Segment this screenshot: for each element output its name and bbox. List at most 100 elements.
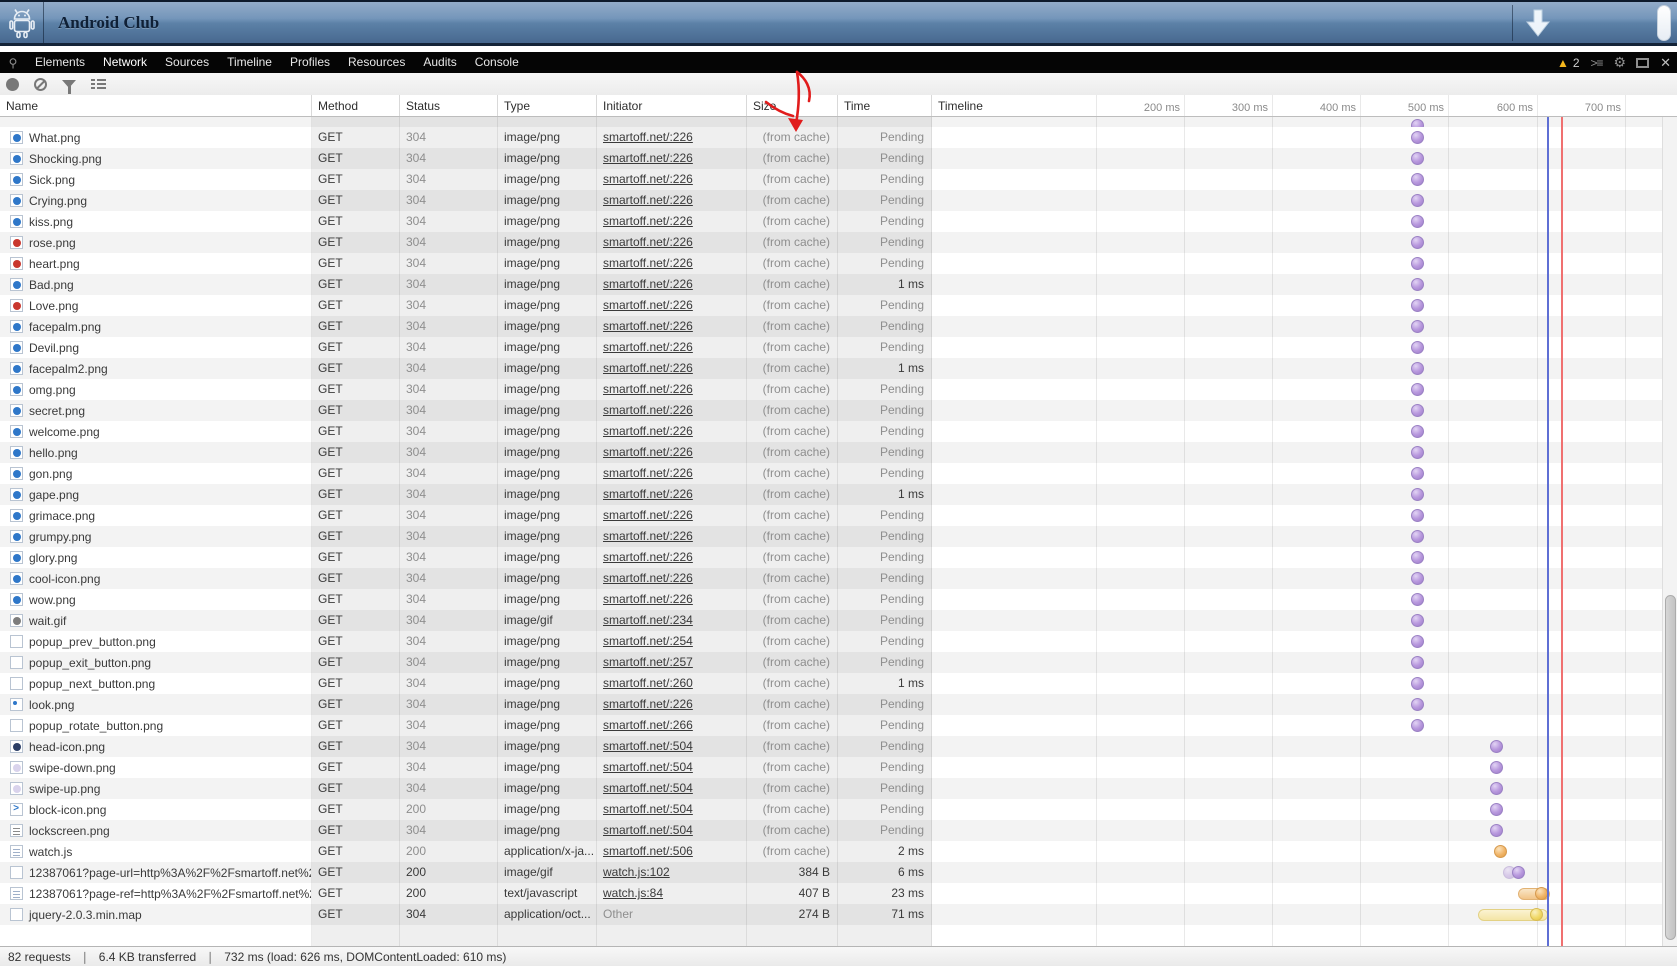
table-row[interactable]: 12387061?page-url=http%3A%2F%2Fsmartoff.…	[0, 862, 1677, 883]
tab-network[interactable]: Network	[94, 52, 156, 73]
table-row[interactable]: popup_rotate_button.pngGET304image/pngsm…	[0, 715, 1677, 736]
load-event-line	[1561, 715, 1563, 736]
table-row[interactable]: 12387061?page-ref=http%3A%2F%2Fsmartoff.…	[0, 883, 1677, 904]
table-row[interactable]: Bad.pngGET304image/pngsmartoff.net/:226(…	[0, 274, 1677, 295]
table-row[interactable]: swipe-up.pngGET304image/pngsmartoff.net/…	[0, 778, 1677, 799]
tab-elements[interactable]: Elements	[26, 52, 94, 73]
file-thumbnail-icon	[10, 173, 23, 186]
devtools-tab-bar: ⚲ ElementsNetworkSourcesTimelineProfiles…	[0, 52, 1677, 73]
table-row[interactable]: >block-icon.pngGET200image/pngsmartoff.n…	[0, 799, 1677, 820]
table-row[interactable]: rose.pngGET304image/pngsmartoff.net/:226…	[0, 232, 1677, 253]
column-header-method[interactable]: Method	[312, 95, 400, 116]
table-row[interactable]: grumpy.pngGET304image/pngsmartoff.net/:2…	[0, 526, 1677, 547]
table-row[interactable]: gon.pngGET304image/pngsmartoff.net/:226(…	[0, 463, 1677, 484]
browser-scrollbar-thumb[interactable]	[1657, 5, 1671, 41]
browser-title-bar: Android Club	[0, 0, 1677, 46]
table-row[interactable]: Devil.pngGET304image/pngsmartoff.net/:22…	[0, 337, 1677, 358]
table-row[interactable]: swipe-down.pngGET304image/pngsmartoff.ne…	[0, 757, 1677, 778]
dock-icon[interactable]	[1636, 58, 1649, 68]
table-row[interactable]: Sick.pngGET304image/pngsmartoff.net/:226…	[0, 169, 1677, 190]
load-event-line	[1561, 505, 1563, 526]
tab-timeline[interactable]: Timeline	[218, 52, 281, 73]
waterfall-dot	[1411, 530, 1424, 543]
table-row[interactable]: popup_exit_button.pngGET304image/pngsmar…	[0, 652, 1677, 673]
waterfall-dot	[1411, 488, 1424, 501]
table-row[interactable]: facepalm2.pngGET304image/pngsmartoff.net…	[0, 358, 1677, 379]
waterfall-dot	[1411, 572, 1424, 585]
clear-icon[interactable]	[34, 78, 47, 91]
table-row[interactable]: heart.pngGET304image/pngsmartoff.net/:22…	[0, 253, 1677, 274]
column-header-status[interactable]: Status	[400, 95, 498, 116]
search-icon[interactable]: ⚲	[0, 56, 26, 70]
small-rows-icon[interactable]	[91, 79, 106, 90]
table-scrollbar[interactable]	[1662, 117, 1677, 946]
waterfall-dot	[1490, 824, 1503, 837]
file-thumbnail-icon	[10, 614, 23, 627]
column-header-time[interactable]: Time	[838, 95, 932, 116]
dcl-event-line	[1547, 589, 1549, 610]
table-row[interactable]: jquery-2.0.3.min.mapGET304application/oc…	[0, 904, 1677, 925]
table-row[interactable]: What.pngGET304image/pngsmartoff.net/:226…	[0, 127, 1677, 148]
dcl-event-line	[1547, 358, 1549, 379]
column-header-initiator[interactable]: Initiator	[597, 95, 747, 116]
tab-console[interactable]: Console	[466, 52, 528, 73]
filter-icon[interactable]	[62, 80, 76, 88]
column-header-name[interactable]: Name	[0, 95, 312, 116]
table-row[interactable]: popup_next_button.pngGET304image/pngsmar…	[0, 673, 1677, 694]
waterfall-dot	[1411, 236, 1424, 249]
column-header-timeline[interactable]: Timeline200 ms300 ms400 ms500 ms600 ms70…	[932, 95, 1661, 116]
dcl-event-line	[1547, 505, 1549, 526]
load-event-line	[1561, 117, 1563, 127]
file-thumbnail-icon	[10, 551, 23, 564]
tab-audits[interactable]: Audits	[414, 52, 465, 73]
gear-icon[interactable]: ⚙	[1614, 54, 1626, 71]
table-row[interactable]: kiss.pngGET304image/pngsmartoff.net/:226…	[0, 211, 1677, 232]
table-row[interactable]: facepalm.pngGET304image/pngsmartoff.net/…	[0, 316, 1677, 337]
table-row[interactable]: Shocking.pngGET304image/pngsmartoff.net/…	[0, 148, 1677, 169]
table-row[interactable]: lockscreen.pngGET304image/pngsmartoff.ne…	[0, 820, 1677, 841]
warning-icon[interactable]: ▲	[1557, 56, 1569, 70]
request-count: 82 requests	[8, 950, 71, 964]
table-row[interactable]: Love.pngGET304image/pngsmartoff.net/:226…	[0, 295, 1677, 316]
download-arrow-icon[interactable]	[1522, 7, 1554, 40]
close-icon[interactable]: ✕	[1660, 55, 1671, 71]
load-event-line	[1561, 862, 1563, 883]
table-row[interactable]: popup_prev_button.pngGET304image/pngsmar…	[0, 631, 1677, 652]
table-scrollbar-thumb[interactable]	[1665, 595, 1676, 940]
dcl-event-line	[1547, 253, 1549, 274]
tab-profiles[interactable]: Profiles	[281, 52, 339, 73]
warning-count[interactable]: 2	[1573, 56, 1580, 70]
console-icon[interactable]: >≡	[1591, 56, 1603, 70]
table-row[interactable]: head-icon.pngGET304image/pngsmartoff.net…	[0, 736, 1677, 757]
tab-sources[interactable]: Sources	[156, 52, 218, 73]
load-event-line	[1561, 652, 1563, 673]
table-row[interactable]: look.pngGET304image/pngsmartoff.net/:226…	[0, 694, 1677, 715]
table-row[interactable]: Crying.pngGET304image/pngsmartoff.net/:2…	[0, 190, 1677, 211]
dcl-event-line	[1547, 316, 1549, 337]
table-row[interactable]: omg.pngGET304image/pngsmartoff.net/:226(…	[0, 379, 1677, 400]
load-event-line	[1561, 610, 1563, 631]
waterfall-dot	[1411, 131, 1424, 144]
ruler-label: 200 ms	[1144, 102, 1184, 114]
column-header-type[interactable]: Type	[498, 95, 597, 116]
table-row[interactable]: watch.jsGET200application/x-ja...smartof…	[0, 841, 1677, 862]
table-row[interactable]: cool-icon.pngGET304image/pngsmartoff.net…	[0, 568, 1677, 589]
table-row[interactable]: glory.pngGET304image/pngsmartoff.net/:22…	[0, 547, 1677, 568]
table-row[interactable]: wait.gifGET304image/gifsmartoff.net/:234…	[0, 610, 1677, 631]
table-row[interactable]: hello.pngGET304image/pngsmartoff.net/:22…	[0, 442, 1677, 463]
tab-resources[interactable]: Resources	[339, 52, 414, 73]
table-row[interactable]: grimace.pngGET304image/pngsmartoff.net/:…	[0, 505, 1677, 526]
table-row[interactable]: wow.pngGET304image/pngsmartoff.net/:226(…	[0, 589, 1677, 610]
waterfall-dot	[1411, 299, 1424, 312]
column-header-size[interactable]: Size	[747, 95, 838, 116]
dcl-event-line	[1547, 799, 1549, 820]
waterfall-dot	[1411, 719, 1424, 732]
dcl-event-line	[1547, 337, 1549, 358]
table-row[interactable]: welcome.pngGET304image/pngsmartoff.net/:…	[0, 421, 1677, 442]
table-row[interactable]: gape.pngGET304image/pngsmartoff.net/:226…	[0, 484, 1677, 505]
record-icon[interactable]	[6, 78, 19, 91]
table-row[interactable]: secret.pngGET304image/pngsmartoff.net/:2…	[0, 400, 1677, 421]
waterfall-dot	[1411, 656, 1424, 669]
android-robot-icon	[0, 2, 44, 43]
file-thumbnail-icon	[10, 404, 23, 417]
